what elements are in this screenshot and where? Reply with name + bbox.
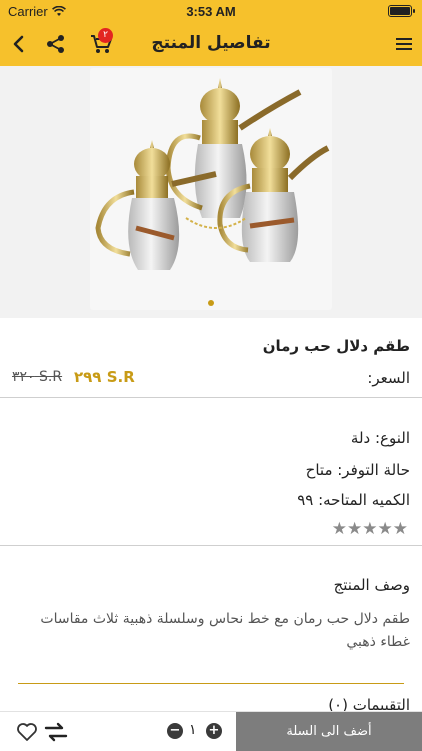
product-image-area	[0, 66, 422, 318]
status-bar: Carrier 3:53 AM	[0, 0, 422, 22]
dallah-set-illustration	[95, 78, 330, 270]
price-label: السعر:	[367, 369, 410, 387]
heart-icon[interactable]	[16, 721, 38, 743]
plus-button[interactable]: +	[206, 723, 222, 739]
swap-icon[interactable]	[44, 721, 68, 743]
product-quantity-available: الكميه المتاحه: ٩٩	[297, 491, 410, 509]
new-price: S.R ٢٩٩	[74, 368, 135, 386]
plus-icon: +	[208, 723, 220, 738]
product-type: النوع: دلة	[350, 429, 410, 447]
product-availability: حالة التوفر: متاح	[305, 461, 410, 479]
rating-stars: ★★★★★	[331, 519, 408, 539]
status-time: 3:53 AM	[186, 4, 236, 19]
page-title: تفاصيل المنتج	[151, 33, 271, 53]
product-image[interactable]	[90, 68, 332, 310]
minus-button[interactable]: −	[167, 723, 183, 739]
old-price: S.R ٣٢٠	[12, 369, 63, 385]
quantity-value: ١	[189, 722, 197, 738]
description-title: وصف المنتج	[333, 576, 410, 594]
menu-button[interactable]	[390, 30, 418, 58]
bottom-bar: − ١ + أضف الى السلة	[0, 711, 422, 751]
battery-icon	[388, 5, 415, 17]
menu-icon	[396, 38, 412, 50]
price-row: S.R ٣٢٠ S.R ٢٩٩ السعر:	[0, 367, 422, 389]
nav-bar: ٢ تفاصيل المنتج	[0, 22, 422, 66]
add-to-cart-button[interactable]: أضف الى السلة	[236, 712, 422, 751]
product-name: طقم دلال حب رمان	[262, 337, 410, 355]
description-body: طقم دلال حب رمان مع خط نحاس وسلسلة ذهبية…	[40, 611, 410, 650]
section-divider	[18, 683, 404, 684]
carousel-dot[interactable]	[208, 300, 214, 306]
divider	[0, 545, 422, 546]
divider	[0, 397, 422, 398]
minus-icon: −	[169, 723, 181, 738]
